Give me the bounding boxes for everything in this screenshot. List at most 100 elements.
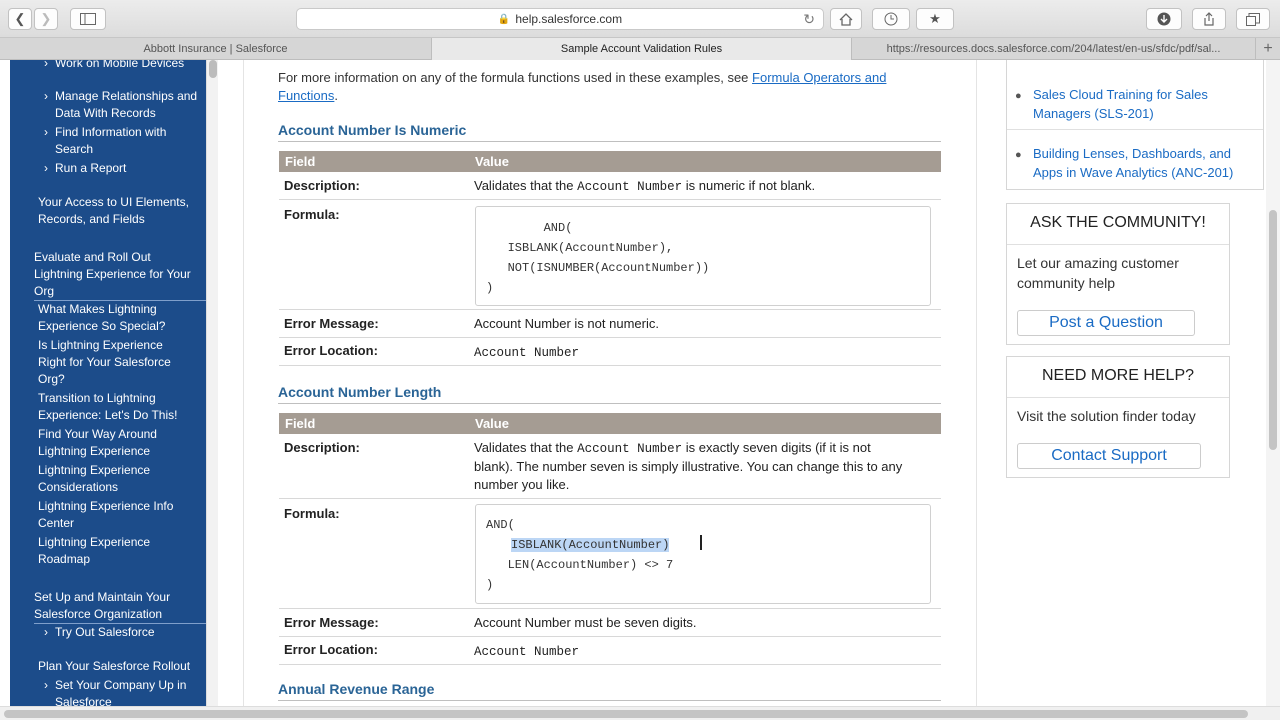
course-title: Sales Cloud Training for Sales Managers … bbox=[1033, 87, 1208, 121]
share-button[interactable] bbox=[1192, 8, 1226, 30]
chevron-right-icon: ❯ bbox=[40, 11, 52, 26]
address-bar[interactable]: 🔒 help.salesforce.com ↻ bbox=[296, 8, 824, 30]
nav-item-search[interactable]: › Find Information with Search bbox=[44, 124, 200, 158]
nav-item-roadmap[interactable]: Lightning Experience Roadmap bbox=[38, 534, 178, 568]
chevron-right-icon: › bbox=[44, 89, 48, 103]
rule-table: Field Value Description: Validates that … bbox=[279, 413, 941, 665]
column-header-field: Field bbox=[285, 416, 316, 431]
tab-sample-rules[interactable]: Sample Account Validation Rules bbox=[432, 38, 852, 60]
sidebar-toggle-button[interactable] bbox=[70, 8, 106, 30]
nav-label: Lightning Experience Considerations bbox=[38, 463, 151, 494]
nav-item-report[interactable]: › Run a Report bbox=[44, 160, 200, 177]
table-row: Description: Validates that the Account … bbox=[279, 172, 941, 200]
url-text: help.salesforce.com bbox=[515, 12, 623, 26]
tabs-overview-button[interactable] bbox=[1236, 8, 1270, 30]
browser-toolbar: ❮ ❯ 🔒 help.salesforce.com ↻ ★ bbox=[0, 0, 1280, 38]
row-label: Formula: bbox=[284, 506, 340, 521]
text-cursor-icon bbox=[700, 535, 702, 550]
text: Validates that the bbox=[474, 440, 578, 455]
column-header-field: Field bbox=[285, 154, 316, 169]
nav-label: Your Access to UI Elements, Records, and… bbox=[38, 195, 189, 226]
home-button[interactable] bbox=[830, 8, 862, 30]
history-button[interactable] bbox=[872, 8, 910, 30]
nav-label: Evaluate and Roll Out Lightning Experien… bbox=[34, 250, 191, 298]
person-icon: ● bbox=[1015, 90, 1022, 102]
nav-item-considerations[interactable]: Lightning Experience Considerations bbox=[38, 462, 178, 496]
highlighted-code-selection[interactable]: ISBLANK(AccountNumber) bbox=[511, 538, 670, 552]
star-icon: ★ bbox=[929, 11, 941, 26]
scrollbar-thumb[interactable] bbox=[1269, 210, 1277, 450]
bookmark-button[interactable]: ★ bbox=[916, 8, 954, 30]
share-icon bbox=[1204, 12, 1214, 26]
rule-table: Field Value Description: Validates that … bbox=[279, 151, 941, 366]
row-value: Account Number is not numeric. bbox=[474, 316, 659, 331]
nav-item-special[interactable]: What Makes Lightning Experience So Speci… bbox=[38, 301, 188, 335]
nav-label: Lightning Experience Roadmap bbox=[38, 535, 151, 566]
scrollbar-thumb[interactable] bbox=[4, 710, 1248, 718]
nav-item-company-setup[interactable]: › Set Your Company Up in Salesforce bbox=[44, 677, 205, 706]
tab-pdf[interactable]: https://resources.docs.salesforce.com/20… bbox=[852, 38, 1256, 60]
page-scrollbar[interactable] bbox=[1266, 60, 1280, 720]
downloads-button[interactable] bbox=[1146, 8, 1182, 30]
table-row: Error Message: Account Number must be se… bbox=[279, 609, 941, 637]
tab-label: https://resources.docs.salesforce.com/20… bbox=[886, 43, 1221, 55]
nav-item-evaluate[interactable]: Evaluate and Roll Out Lightning Experien… bbox=[34, 249, 194, 300]
column-header-value: Value bbox=[475, 416, 509, 431]
nav-label: Work on Mobile Devices bbox=[55, 60, 185, 70]
nav-label: Manage Relationships and Data With Recor… bbox=[55, 89, 198, 120]
row-label: Description: bbox=[284, 178, 360, 193]
intro-text: For more information on any of the formu… bbox=[278, 70, 753, 85]
nav-item-right-for-org[interactable]: Is Lightning Experience Right for Your S… bbox=[38, 337, 188, 388]
table-row: Description: Validates that the Account … bbox=[279, 434, 941, 499]
formula-code-box[interactable]: AND( ISBLANK(AccountNumber), NOT(ISNUMBE… bbox=[475, 206, 931, 306]
forward-button[interactable]: ❯ bbox=[34, 8, 58, 30]
nav-label: Find Information with Search bbox=[55, 125, 167, 156]
formula-code-box[interactable]: AND( ISBLANK(AccountNumber) LEN(AccountN… bbox=[475, 504, 931, 604]
nav-item-relationships[interactable]: › Manage Relationships and Data With Reco… bbox=[44, 88, 200, 122]
text-line: blank). The number seven is simply illus… bbox=[474, 459, 903, 474]
nav-item-plan-rollout[interactable]: Plan Your Salesforce Rollout bbox=[38, 658, 203, 675]
course-link[interactable]: ● Building Lenses, Dashboards, and Apps i… bbox=[1015, 144, 1257, 182]
course-link[interactable]: ● Sales Cloud Training for Sales Managers… bbox=[1015, 85, 1257, 123]
nav-item-try-out[interactable]: › Try Out Salesforce bbox=[44, 624, 200, 641]
table-row: Error Message: Account Number is not num… bbox=[279, 310, 941, 338]
nav-item-access[interactable]: Your Access to UI Elements, Records, and… bbox=[38, 194, 198, 228]
divider bbox=[1007, 397, 1229, 398]
scrollbar-thumb[interactable] bbox=[209, 60, 217, 78]
nav-item-info-center[interactable]: Lightning Experience Info Center bbox=[38, 498, 188, 532]
contact-support-button[interactable]: Contact Support bbox=[1017, 443, 1201, 469]
row-value: Account Number bbox=[474, 346, 580, 360]
reload-icon[interactable]: ↻ bbox=[803, 11, 815, 28]
plus-icon: + bbox=[1263, 40, 1273, 57]
nav-item-mobile[interactable]: › Work on Mobile Devices bbox=[44, 60, 205, 72]
new-tab-button[interactable]: + bbox=[1256, 38, 1280, 60]
table-header: Field Value bbox=[279, 151, 941, 172]
page-content: › Work on Mobile Devices › Manage Relation… bbox=[0, 60, 1280, 720]
nav-item-transition[interactable]: Transition to Lightning Experience: Let'… bbox=[38, 390, 188, 424]
text: is exactly seven digits (if it is not bbox=[682, 440, 871, 455]
code-text: Account Number bbox=[577, 442, 683, 456]
horizontal-scrollbar[interactable] bbox=[0, 706, 1280, 720]
nav-item-setup-maintain[interactable]: Set Up and Maintain Your Salesforce Orga… bbox=[34, 589, 194, 623]
post-question-button[interactable]: Post a Question bbox=[1017, 310, 1195, 336]
left-nav-scrollbar[interactable] bbox=[206, 60, 218, 706]
chevron-right-icon: › bbox=[44, 60, 48, 70]
row-value: Account Number must be seven digits. bbox=[474, 615, 697, 630]
card-title: ASK THE COMMUNITY! bbox=[1030, 214, 1206, 231]
code-text: Account Number bbox=[577, 180, 683, 194]
text-line: number you like. bbox=[474, 477, 570, 492]
tab-abbott[interactable]: Abbott Insurance | Salesforce bbox=[0, 38, 432, 60]
nav-item-find-way[interactable]: Find Your Way Around Lightning Experienc… bbox=[38, 426, 178, 460]
tab-bar: Abbott Insurance | Salesforce Sample Acc… bbox=[0, 38, 1280, 60]
divider bbox=[1007, 129, 1263, 130]
chevron-right-icon: › bbox=[44, 625, 48, 639]
back-button[interactable]: ❮ bbox=[8, 8, 32, 30]
text: Validates that the bbox=[474, 178, 578, 193]
tabs-icon bbox=[1246, 12, 1260, 26]
section-heading: Annual Revenue Range bbox=[278, 681, 941, 701]
row-label: Error Location: bbox=[284, 343, 378, 358]
code-line: AND( bbox=[486, 518, 515, 532]
intro-paragraph: For more information on any of the formu… bbox=[278, 69, 938, 105]
related-courses-card: ● Sales Cloud Training for Sales Managers… bbox=[1006, 60, 1264, 190]
chevron-right-icon: › bbox=[44, 678, 48, 692]
